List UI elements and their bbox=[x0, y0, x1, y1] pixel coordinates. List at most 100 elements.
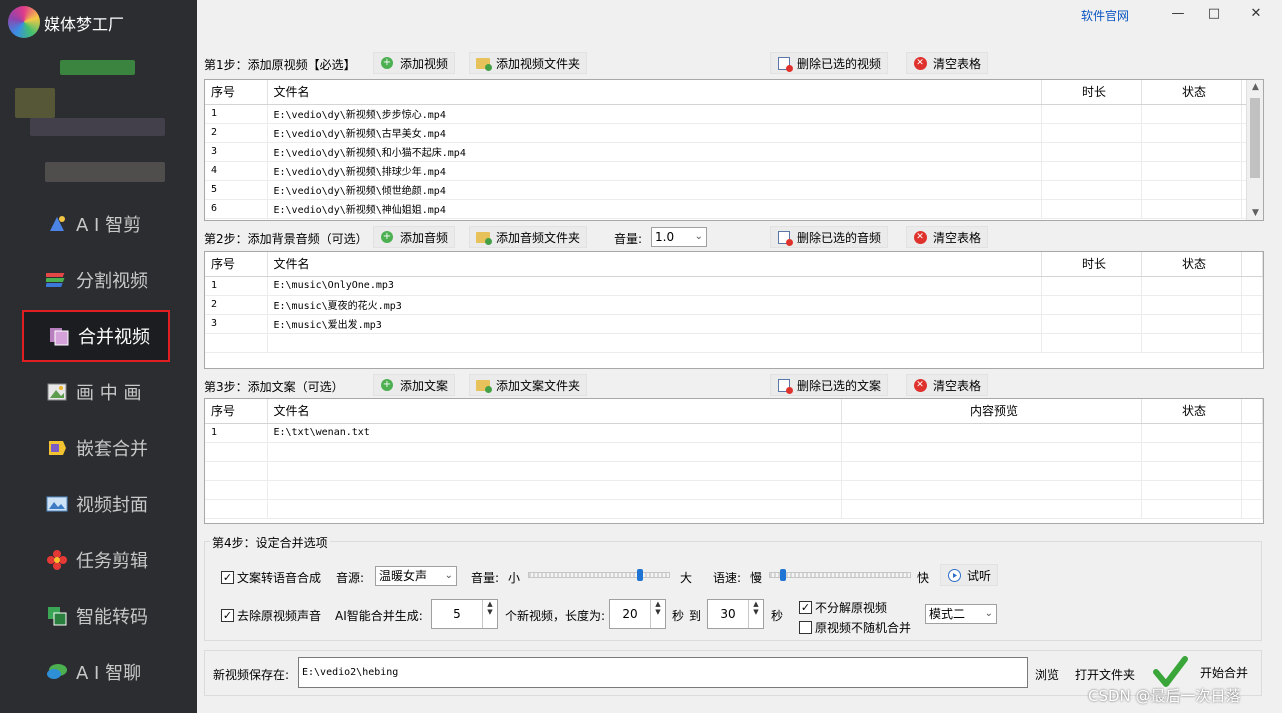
remove-audio-checkbox[interactable]: ✓ 去除原视频声音 bbox=[221, 607, 321, 624]
table-row[interactable]: 5 E:\vedio\dy\新视频\倾世绝颜.mp4 bbox=[205, 180, 1263, 200]
text-table[interactable]: 序号 文件名 内容预览 状态 1 E:\txt\wenan.txt bbox=[204, 398, 1264, 524]
col-index[interactable]: 序号 bbox=[205, 399, 268, 424]
table-row bbox=[205, 461, 1263, 481]
tts-checkbox[interactable]: ✓ 文案转语音合成 bbox=[221, 569, 321, 586]
col-index[interactable]: 序号 bbox=[205, 252, 268, 277]
table-row[interactable]: 6 E:\vedio\dy\新视频\神仙姐姐.mp4 bbox=[205, 199, 1263, 219]
sidebar-item-ai-clip[interactable]: A I 智剪 bbox=[22, 198, 170, 250]
col-index[interactable]: 序号 bbox=[205, 80, 268, 105]
voice-select[interactable]: 温暖女声 ⌄ bbox=[375, 566, 457, 586]
delete-selected-audio-button[interactable]: 删除已选的音频 bbox=[770, 226, 889, 248]
official-site-link[interactable]: 软件官网 bbox=[1081, 7, 1129, 24]
table-row[interactable]: 3 E:\music\爱出发.mp3 bbox=[205, 314, 1263, 334]
bg-volume-select[interactable]: 1.0 ⌄ bbox=[651, 227, 707, 247]
table-row[interactable]: 1 E:\txt\wenan.txt bbox=[205, 423, 1263, 443]
min-length-value: 20 bbox=[622, 607, 638, 621]
add-video-folder-button[interactable]: 添加视频文件夹 bbox=[469, 52, 588, 74]
add-folder-icon bbox=[476, 231, 492, 245]
stepper-arrows-icon[interactable]: ▲ ▼ bbox=[650, 600, 665, 628]
preview-button[interactable]: 试听 bbox=[940, 564, 999, 586]
tts-label: 文案转语音合成 bbox=[237, 571, 322, 585]
max-length-stepper[interactable]: 30 ▲ ▼ bbox=[707, 599, 764, 629]
sidebar-item-split-video[interactable]: 分割视频 bbox=[22, 254, 170, 306]
table-row[interactable]: 1 E:\music\OnlyOne.mp3 bbox=[205, 276, 1263, 296]
col-status[interactable]: 状态 bbox=[1141, 252, 1242, 277]
sidebar-item-label: A I 智聊 bbox=[76, 663, 142, 684]
table-row[interactable]: 1 E:\vedio\dy\新视频\步步惊心.mp4 bbox=[205, 104, 1263, 124]
no-random-checkbox[interactable]: 原视频不随机合并 bbox=[799, 619, 911, 636]
video-table-scrollbar[interactable]: ▲ ▼ bbox=[1246, 80, 1263, 220]
minimize-button[interactable]: — bbox=[1168, 6, 1188, 22]
table-row[interactable]: 2 E:\music\夏夜的花火.mp3 bbox=[205, 295, 1263, 315]
clear-table-label: 清空表格 bbox=[933, 56, 982, 71]
delete-selected-text-button[interactable]: 删除已选的文案 bbox=[770, 374, 889, 396]
tts-volume-label: 音量: bbox=[471, 571, 500, 585]
sidebar-item-video-cover[interactable]: 视频封面 bbox=[22, 478, 170, 530]
sidebar-item-pip[interactable]: 画 中 画 bbox=[22, 366, 170, 418]
clear-icon: ✕ bbox=[913, 230, 927, 244]
col-status[interactable]: 状态 bbox=[1141, 399, 1242, 424]
sidebar-item-ai-chat[interactable]: A I 智聊 bbox=[22, 646, 170, 698]
sidebar-item-merge-video[interactable]: 合并视频 bbox=[22, 310, 170, 362]
video-table[interactable]: 序号 文件名 时长 状态 1 E:\vedio\dy\新视频\步步惊心.mp4 2… bbox=[204, 79, 1264, 221]
close-button[interactable]: ✕ bbox=[1246, 6, 1266, 22]
scroll-down-icon[interactable]: ▼ bbox=[1247, 208, 1263, 218]
add-video-button[interactable]: + 添加视频 bbox=[373, 52, 456, 74]
remove-audio-label: 去除原视频声音 bbox=[237, 609, 322, 623]
add-audio-button[interactable]: + 添加音频 bbox=[373, 226, 456, 248]
add-text-button[interactable]: + 添加文案 bbox=[373, 374, 456, 396]
speed-slider-thumb[interactable] bbox=[779, 569, 786, 581]
speed-slider[interactable] bbox=[769, 572, 911, 578]
stepper-arrows-icon[interactable]: ▲ ▼ bbox=[748, 600, 763, 628]
tts-volume-slider-thumb[interactable] bbox=[636, 569, 643, 581]
sidebar-item-nested-merge[interactable]: 嵌套合并 bbox=[22, 422, 170, 474]
delete-icon bbox=[778, 56, 793, 72]
audio-table[interactable]: 序号 文件名 时长 状态 1 E:\music\OnlyOne.mp3 2 E:\m… bbox=[204, 251, 1264, 369]
stepper-arrows-icon[interactable]: ▲ ▼ bbox=[482, 600, 497, 628]
speed-max: 快 bbox=[917, 571, 930, 585]
bg-volume-label: 音量: bbox=[614, 232, 643, 246]
table-row[interactable]: 3 E:\vedio\dy\新视频\和小猫不起床.mp4 bbox=[205, 142, 1263, 162]
scrollbar-thumb[interactable] bbox=[1250, 98, 1260, 178]
checkbox-check-icon: ✓ bbox=[221, 609, 234, 622]
blurred-account-line bbox=[30, 118, 165, 136]
checkbox-check-icon: ✓ bbox=[221, 571, 234, 584]
add-audio-folder-button[interactable]: 添加音频文件夹 bbox=[469, 226, 588, 248]
clear-video-table-button[interactable]: ✕ 清空表格 bbox=[906, 52, 989, 74]
scroll-up-icon[interactable]: ▲ bbox=[1247, 82, 1263, 92]
table-row bbox=[205, 442, 1263, 462]
table-row[interactable]: 4 E:\vedio\dy\新视频\排球少年.mp4 bbox=[205, 161, 1263, 181]
col-preview[interactable]: 内容预览 bbox=[841, 399, 1142, 424]
col-status[interactable]: 状态 bbox=[1141, 80, 1242, 105]
sidebar-item-task-edit[interactable]: 任务剪辑 bbox=[22, 534, 170, 586]
sidebar-item-smart-transcode[interactable]: 智能转码 bbox=[22, 590, 170, 642]
maximize-button[interactable]: □ bbox=[1204, 6, 1224, 22]
speed-label: 语速: bbox=[713, 571, 742, 585]
col-filename[interactable]: 文件名 bbox=[267, 252, 1042, 277]
video-count-stepper[interactable]: 5 ▲ ▼ bbox=[431, 599, 498, 629]
tts-volume-slider[interactable] bbox=[528, 572, 670, 578]
cell-filename: E:\vedio\dy\新视频\倾世绝颜.mp4 bbox=[267, 180, 1042, 200]
open-folder-button[interactable]: 打开文件夹 bbox=[1075, 666, 1135, 683]
no-split-checkbox[interactable]: ✓ 不分解原视频 bbox=[799, 599, 887, 616]
table-row[interactable]: 2 E:\vedio\dy\新视频\古早美女.mp4 bbox=[205, 123, 1263, 143]
min-length-stepper[interactable]: 20 ▲ ▼ bbox=[609, 599, 666, 629]
cell-index: 3 bbox=[205, 142, 268, 162]
clear-table-label: 清空表格 bbox=[933, 378, 982, 393]
clear-audio-table-button[interactable]: ✕ 清空表格 bbox=[906, 226, 989, 248]
delete-selected-video-button[interactable]: 删除已选的视频 bbox=[770, 52, 889, 74]
delete-selected-video-label: 删除已选的视频 bbox=[797, 56, 882, 71]
smart-transcode-icon bbox=[46, 605, 68, 627]
step3-label: 第3步：添加文案（可选） bbox=[204, 380, 344, 394]
col-filename[interactable]: 文件名 bbox=[267, 80, 1042, 105]
preview-label: 试听 bbox=[967, 568, 992, 583]
col-duration[interactable]: 时长 bbox=[1041, 252, 1142, 277]
add-text-folder-button[interactable]: 添加文案文件夹 bbox=[469, 374, 588, 396]
clear-text-table-button[interactable]: ✕ 清空表格 bbox=[906, 374, 989, 396]
col-filename[interactable]: 文件名 bbox=[267, 399, 842, 424]
col-duration[interactable]: 时长 bbox=[1041, 80, 1142, 105]
mode-select[interactable]: 模式二 ⌄ bbox=[925, 604, 997, 624]
output-path-input[interactable]: E:\vedio2\hebing bbox=[298, 657, 1028, 688]
browse-button[interactable]: 浏览 bbox=[1035, 666, 1059, 683]
sidebar-item-label: 合并视频 bbox=[78, 327, 150, 348]
